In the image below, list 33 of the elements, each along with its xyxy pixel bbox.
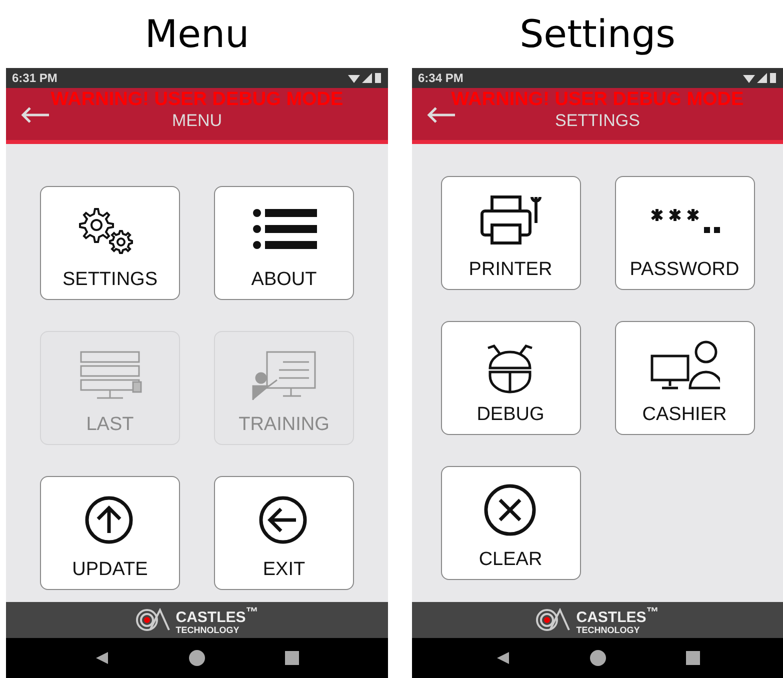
home-nav-icon[interactable]	[189, 650, 205, 666]
back-arrow-icon[interactable]	[20, 106, 50, 124]
brand-logo-icon	[136, 608, 170, 632]
back-nav-icon[interactable]	[95, 651, 109, 665]
status-icons	[741, 72, 777, 84]
menu-tile[interactable]: PRINTER	[440, 176, 580, 290]
status-time: 6:34 PM	[418, 71, 464, 85]
screen-caption: Menu	[144, 11, 250, 58]
brand-logo-icon	[536, 608, 570, 632]
menu-tile[interactable]: CASHIER	[614, 321, 754, 435]
brand-tagline: TECHNOLOGY	[176, 625, 240, 635]
debug-warning: WARNING! USER DEBUG MODE	[451, 89, 744, 111]
debug-warning: WARNING! USER DEBUG MODE	[50, 89, 344, 111]
brand-tagline: TECHNOLOGY	[576, 625, 641, 635]
back-arrow-icon[interactable]	[426, 106, 456, 124]
menu-tile[interactable]: ABOUT	[214, 186, 354, 300]
menu-tile[interactable]: UPDATE	[40, 476, 180, 590]
brand-name: CASTLES$^{™}$	[176, 605, 258, 625]
menu-tile[interactable]: CLEAR	[440, 466, 580, 580]
screen-title: SETTINGS	[554, 111, 640, 131]
status-icons	[346, 72, 382, 84]
screen-caption: Settings	[518, 11, 676, 58]
recents-nav-icon[interactable]	[686, 651, 700, 665]
screen-title: MENU	[172, 111, 222, 131]
menu-tile[interactable]: PASSWORD	[614, 176, 754, 290]
status-time: 6:31 PM	[12, 71, 58, 85]
menu-tile[interactable]: EXIT	[214, 476, 354, 590]
password-dots-icon	[650, 209, 720, 233]
menu-tile[interactable]: SETTINGS	[40, 186, 180, 300]
menu-tile[interactable]: DEBUG	[440, 321, 580, 435]
brand-name: CASTLES$^{™}$	[576, 605, 659, 625]
home-nav-icon[interactable]	[590, 650, 606, 666]
back-nav-icon[interactable]	[496, 651, 510, 665]
